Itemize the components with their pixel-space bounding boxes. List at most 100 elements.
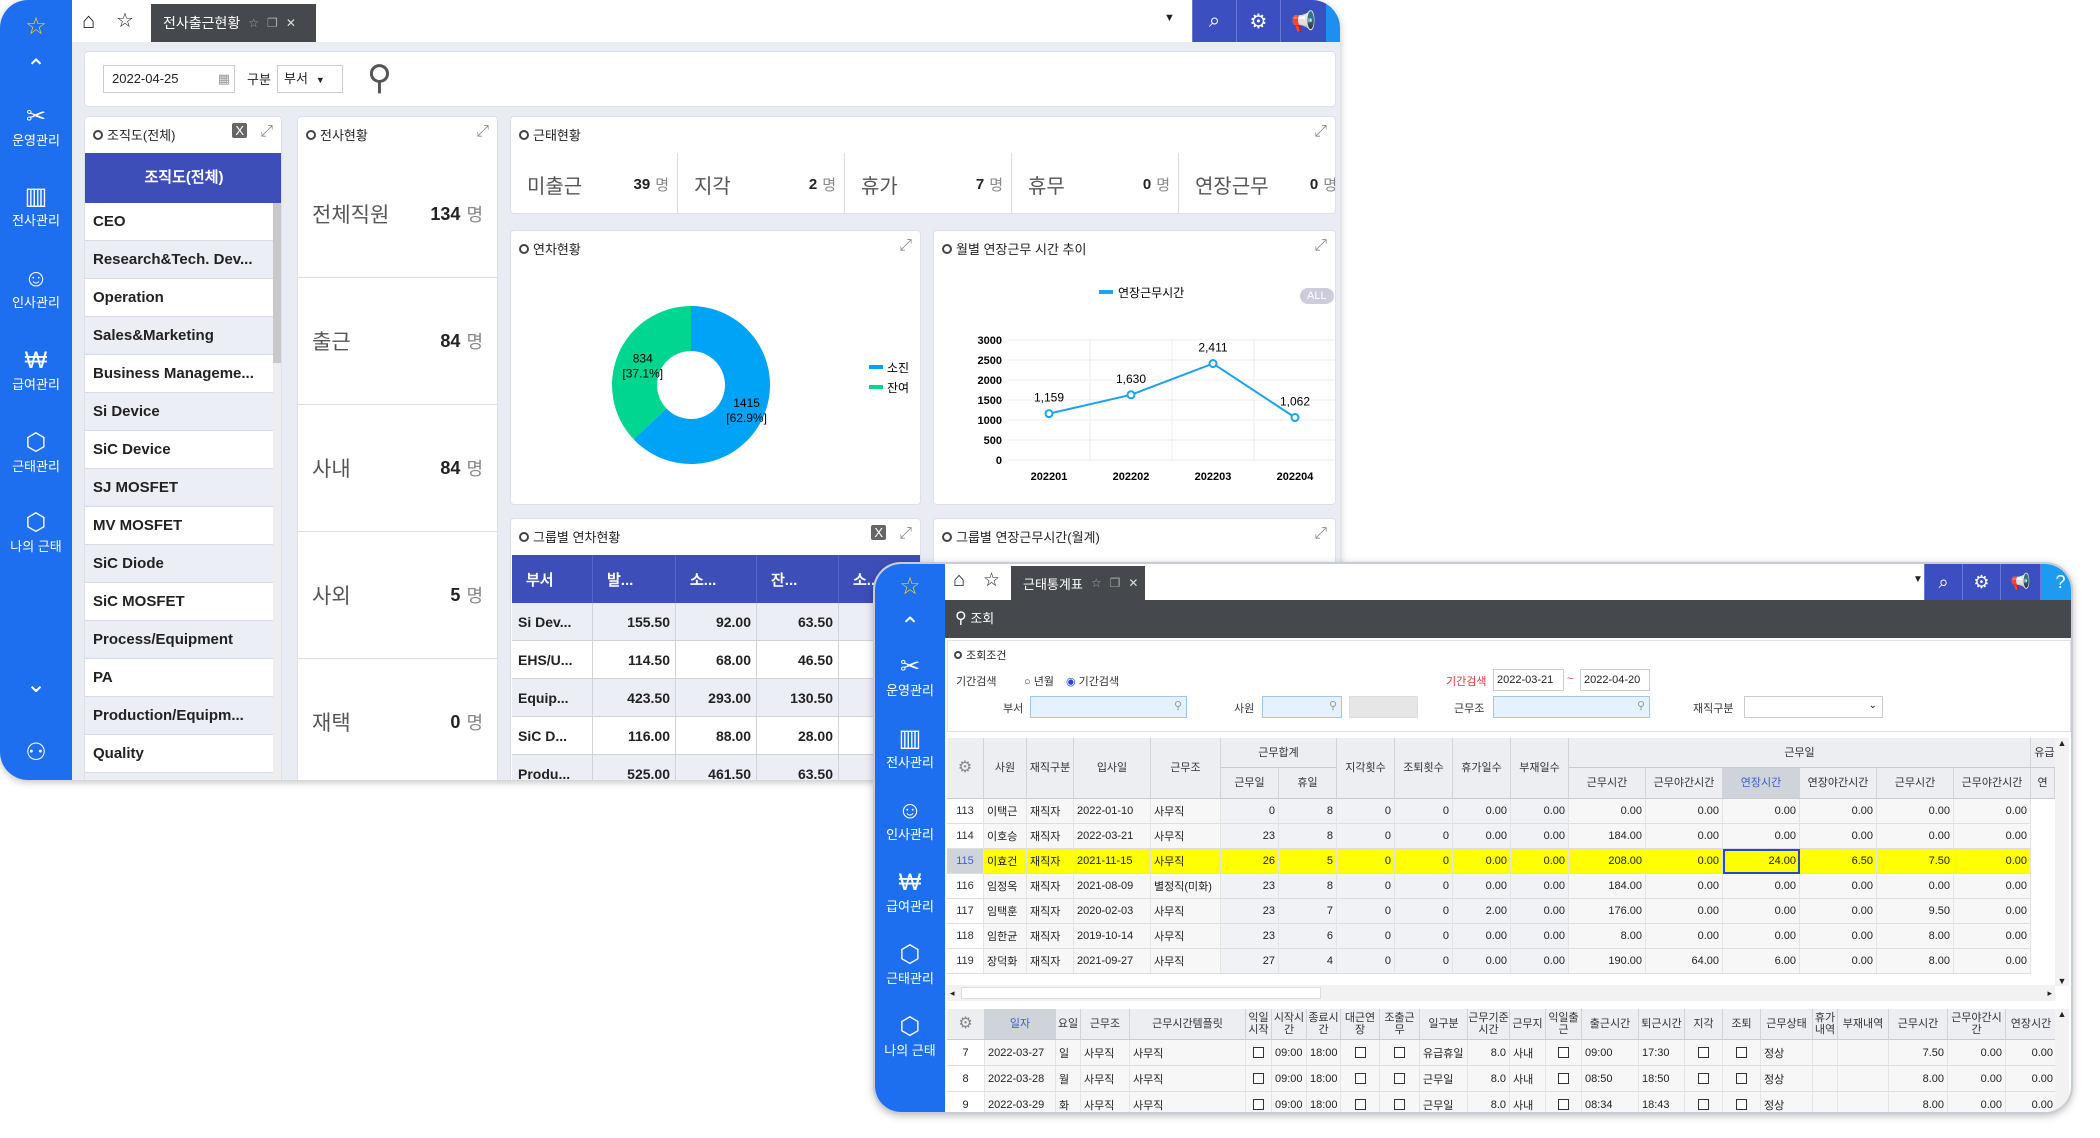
column-header[interactable]: 재직구분 [1027,738,1074,799]
sidebar-item-인사관리[interactable]: ☺ 인사관리 [0,266,72,311]
grid-cell[interactable]: 2022-03-21 [1074,824,1151,849]
grid-cell[interactable]: 0.00 [1954,849,2031,874]
sidebar-item-근태관리[interactable]: ⬡ 근태관리 [0,430,72,475]
grid-cell[interactable]: 8.00 [1569,924,1646,949]
table-row[interactable]: Produ...525.00461.5063.5087. [512,755,920,780]
org-item[interactable]: MV MOSFET [85,507,273,545]
grid-cell[interactable]: 근무일 [1420,1092,1468,1112]
grid-cell[interactable]: 사무직 [1151,899,1221,924]
column-header[interactable]: 조퇴횟수 [1395,738,1453,799]
tab-attendance-status[interactable]: 전사출근현황 ☆ ❐ ✕ [151,4,316,42]
grid-cell[interactable]: 09:00 [1582,1040,1639,1066]
grid-cell[interactable]: 0.00 [2006,1092,2055,1112]
sidebar-item-star[interactable]: ☆ [875,574,945,600]
grid-cell[interactable]: 8.0 [1468,1092,1510,1112]
grid-cell[interactable]: 09:00 [1272,1092,1307,1112]
column-header[interactable]: 근무조 [1151,738,1221,799]
grid-cell[interactable]: 0.00 [1511,799,1569,824]
grid-cell[interactable]: 임정옥 [984,874,1027,899]
grid-cell[interactable]: 0 [1395,874,1453,899]
grid-cell[interactable]: 재직자 [1027,824,1074,849]
checkbox[interactable] [1736,1073,1747,1084]
grid-cell[interactable]: 근무일 [1420,1066,1468,1092]
sidebar-item-chevron-up[interactable]: ⌃ [875,614,945,640]
notice-button[interactable]: 📢 [2000,564,2040,600]
expand-icon[interactable]: ⤢ [1314,123,1327,141]
grid-cell[interactable]: 정상 [1761,1066,1813,1092]
grid-cell[interactable]: 2020-02-03 [1074,899,1151,924]
grid-cell[interactable]: 0.00 [1954,824,2031,849]
grid-cell[interactable]: 8.00 [1889,1092,1948,1112]
grid-cell[interactable] [1813,1066,1838,1092]
grid-cell[interactable]: 사무직 [1151,799,1221,824]
grid-vertical-scrollbar[interactable]: ▲ ▼ [2055,738,2069,986]
grid-cell[interactable]: 재직자 [1027,924,1074,949]
checkbox[interactable] [1354,1099,1366,1110]
column-header[interactable]: 일자 [985,1009,1056,1040]
grid-settings-icon[interactable]: ⚙ [947,1009,985,1040]
grid-cell[interactable]: 18:43 [1639,1092,1685,1112]
checkbox[interactable] [1394,1099,1405,1110]
grid-cell[interactable]: 0.00 [1723,874,1800,899]
grid-cell[interactable]: 0.00 [1948,1092,2006,1112]
grid-cell[interactable]: 사무직 [1130,1092,1246,1112]
grid-cell[interactable]: 8 [1279,874,1337,899]
grid-cell[interactable]: 0.00 [1948,1040,2006,1066]
org-item[interactable]: CEO [85,203,273,241]
grid-cell[interactable]: 27 [1221,949,1279,974]
excel-icon[interactable]: X [232,123,247,138]
org-item[interactable]: SJ MOSFET [85,469,273,507]
grid-cell[interactable] [1838,1066,1889,1092]
grid-cell[interactable]: 8 [1279,824,1337,849]
notice-button[interactable]: 📢 [1280,0,1326,42]
org-item[interactable]: Sales&Marketing [85,317,273,355]
grid-cell[interactable]: 사무직 [1151,924,1221,949]
sidebar-item-나의 근태[interactable]: ⬡ 나의 근태 [0,510,72,555]
grid-cell[interactable]: 0.00 [1800,824,1877,849]
grid-cell[interactable]: 0 [1337,874,1395,899]
grid-cell[interactable]: 재직자 [1027,899,1074,924]
grid-cell[interactable]: 0.00 [1800,899,1877,924]
grid-cell[interactable]: 6 [1279,924,1337,949]
grid-cell[interactable]: 24.00 [1723,849,1800,874]
grid-cell[interactable]: 0.00 [1453,924,1511,949]
help-button[interactable]: ? [2040,564,2071,600]
column-header[interactable]: 발... [593,555,676,603]
grid-settings-icon[interactable]: ⚙ [947,738,984,799]
grid-cell[interactable]: 사무직 [1130,1040,1246,1066]
grid-cell[interactable]: 4 [1279,949,1337,974]
org-item[interactable]: Process/Equipment [85,621,273,659]
grid-cell[interactable]: 18:00 [1307,1092,1341,1112]
checkbox[interactable] [1698,1047,1709,1058]
org-item[interactable]: Operation [85,279,273,317]
column-header[interactable]: 근무조 [1081,1009,1130,1040]
search-bar[interactable]: ⚲ 조회 [945,600,2071,638]
shift-input[interactable]: ⚲ [1493,696,1650,718]
column-header[interactable]: 근무야간시간 [1948,1009,2006,1040]
org-item[interactable]: SiC MOSFET [85,583,273,621]
grid-cell[interactable]: 18:50 [1639,1066,1685,1092]
tab-close-icon[interactable]: ✕ [1128,576,1138,590]
column-header[interactable]: 휴가내역 [1813,1009,1838,1040]
grid-cell[interactable]: 재직자 [1027,949,1074,974]
grid-cell[interactable]: 0.00 [1954,799,2031,824]
tab-dropdown-icon[interactable]: ▼ [1913,574,1923,585]
grid-cell[interactable]: 8 [1279,799,1337,824]
grid-cell[interactable]: 사내 [1510,1092,1546,1112]
grid-cell[interactable]: 176.00 [1569,899,1646,924]
grid-cell[interactable]: 0.00 [1453,799,1511,824]
column-header[interactable]: 요일 [1056,1009,1081,1040]
column-header[interactable]: 휴가일수 [1453,738,1511,799]
settings-button[interactable]: ⚙ [1236,0,1280,42]
grid-cell[interactable]: 0.00 [1877,874,1954,899]
column-header[interactable]: 시작시간 [1272,1009,1307,1040]
search-icon[interactable]: ⚲ [1637,699,1645,712]
sidebar-item-급여관리[interactable]: ₩ 급여관리 [875,870,945,915]
checkbox[interactable] [1394,1073,1405,1084]
sidebar-item-user[interactable]: ⚇ [0,740,72,766]
grid-cell[interactable]: 0.00 [1800,874,1877,899]
checkbox[interactable] [1253,1073,1264,1084]
grid-cell[interactable]: 0.00 [1877,799,1954,824]
column-header[interactable]: 근무시간 [1877,768,1954,799]
grid-cell[interactable]: 0.00 [1646,824,1723,849]
